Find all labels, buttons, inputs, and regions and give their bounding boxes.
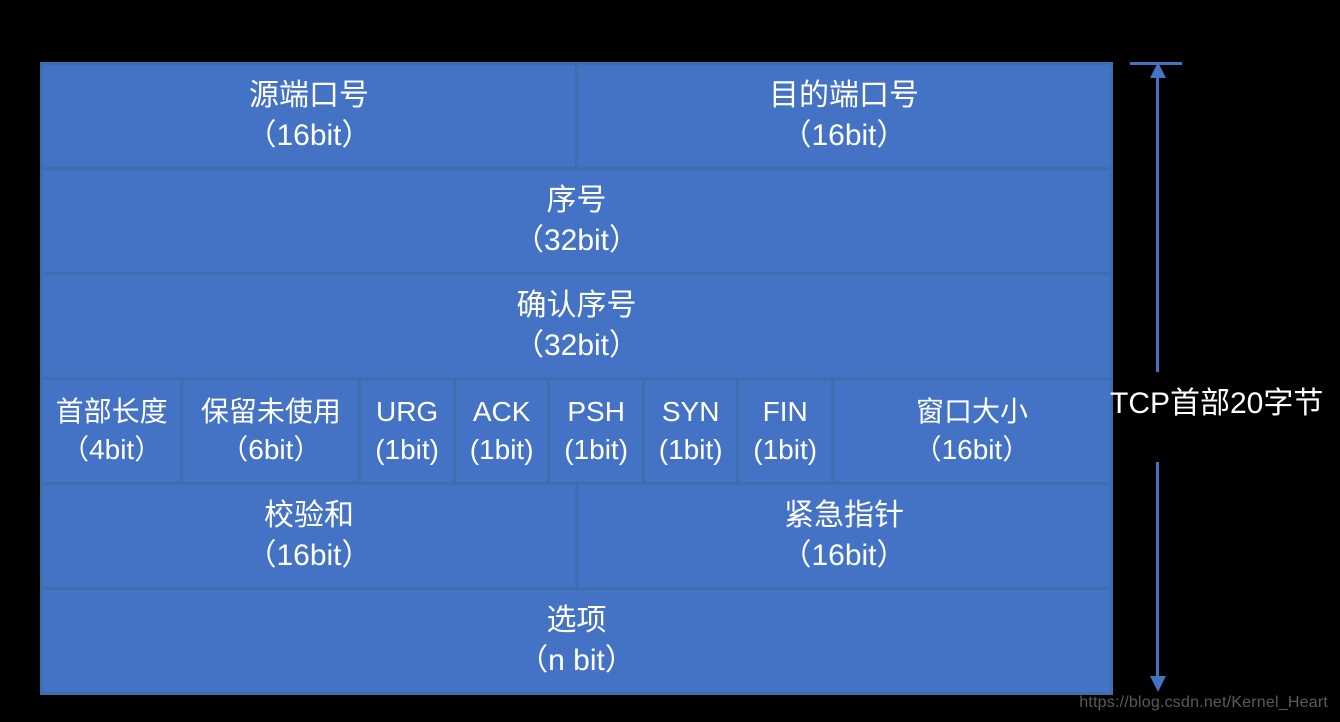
field-bits: （32bit）: [514, 221, 639, 262]
header-field: 校验和（16bit）: [43, 485, 578, 590]
field-label: 校验和: [264, 496, 354, 537]
field-bits: (1bit): [753, 431, 817, 469]
field-label: URG: [376, 393, 438, 431]
field-label: 确认序号: [517, 286, 637, 327]
field-label: 序号: [547, 181, 607, 222]
header-row: 源端口号（16bit）目的端口号（16bit）: [43, 65, 1113, 170]
field-label: 首部长度: [56, 393, 168, 431]
header-field: SYN(1bit): [645, 380, 740, 485]
header-row: 首部长度（4bit）保留未使用（6bit）URG(1bit)ACK(1bit)P…: [43, 380, 1113, 485]
header-field: 保留未使用（6bit）: [183, 380, 361, 485]
field-label: 目的端口号: [769, 76, 919, 117]
field-bits: （4bit）: [61, 431, 162, 469]
header-row: 校验和（16bit）紧急指针（16bit）: [43, 485, 1113, 590]
header-row: 选项（n bit）: [43, 590, 1113, 695]
field-bits: （6bit）: [220, 431, 321, 469]
bracket-arrow: TCP首部20字节: [1130, 62, 1310, 692]
field-bits: （32bit）: [514, 326, 639, 367]
header-field: FIN(1bit): [739, 380, 834, 485]
header-field: 源端口号（16bit）: [43, 65, 578, 170]
field-bits: （16bit）: [914, 431, 1031, 469]
header-field: ACK(1bit): [456, 380, 551, 485]
bracket-label: TCP首部20字节: [1110, 378, 1330, 422]
field-bits: (1bit): [470, 431, 534, 469]
header-field: 紧急指针（16bit）: [578, 485, 1113, 590]
field-bits: （16bit）: [781, 116, 906, 157]
field-bits: (1bit): [564, 431, 628, 469]
header-field: URG(1bit): [361, 380, 456, 485]
header-field: 窗口大小（16bit）: [834, 380, 1113, 485]
field-label: 紧急指针: [784, 496, 904, 537]
field-label: 选项: [547, 601, 607, 642]
header-field: 确认序号（32bit）: [43, 275, 1113, 380]
header-field: PSH(1bit): [550, 380, 645, 485]
field-bits: （16bit）: [246, 116, 371, 157]
field-label: 窗口大小: [916, 393, 1028, 431]
field-label: SYN: [662, 393, 720, 431]
field-bits: (1bit): [659, 431, 723, 469]
field-bits: （16bit）: [246, 536, 371, 577]
watermark: https://blog.csdn.net/Kernel_Heart: [1079, 694, 1328, 712]
header-row: 序号（32bit）: [43, 170, 1113, 275]
field-label: PSH: [567, 393, 625, 431]
header-row: 确认序号（32bit）: [43, 275, 1113, 380]
field-label: FIN: [763, 393, 808, 431]
tcp-header-table: 源端口号（16bit）目的端口号（16bit）序号（32bit）确认序号（32b…: [40, 62, 1113, 695]
header-field: 目的端口号（16bit）: [578, 65, 1113, 170]
header-field: 序号（32bit）: [43, 170, 1113, 275]
field-label: 源端口号: [249, 76, 369, 117]
field-bits: (1bit): [375, 431, 439, 469]
header-field: 选项（n bit）: [43, 590, 1113, 695]
field-label: 保留未使用: [201, 393, 341, 431]
header-field: 首部长度（4bit）: [43, 380, 183, 485]
field-bits: （16bit）: [781, 536, 906, 577]
field-bits: （n bit）: [518, 641, 635, 682]
field-label: ACK: [473, 393, 531, 431]
